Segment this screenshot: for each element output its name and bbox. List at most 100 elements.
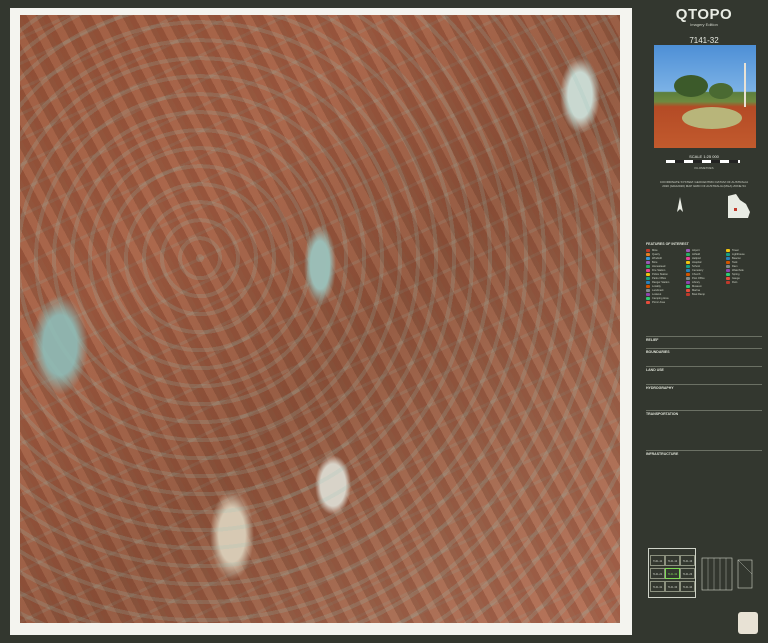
- legend-symbol-icon: [646, 264, 650, 268]
- index-map-cell: 7141-33: [665, 581, 680, 592]
- legend-divider: [646, 410, 762, 411]
- legend-label: Spring: [732, 272, 740, 276]
- queensland-locator-icon: [728, 194, 750, 218]
- legend-label: Mine: [652, 248, 658, 252]
- legend-symbol-icon: [646, 276, 650, 280]
- legend-symbol-icon: [646, 300, 650, 304]
- legend-section-heading: HYDROGRAPHY: [646, 386, 674, 390]
- legend-label: Library: [692, 280, 700, 284]
- legend-symbol-icon: [686, 260, 690, 264]
- legend-label: Lighthouse: [732, 252, 745, 256]
- legend-label: Tank: [732, 260, 738, 264]
- brand-title: QTOPO: [675, 6, 733, 23]
- legend-section-heading: TRANSPORTATION: [646, 412, 679, 416]
- legend-symbol-icon: [646, 268, 650, 272]
- index-map-cell: 7141-32: [665, 568, 680, 579]
- legend-label: School: [692, 264, 700, 268]
- legend-label: Post Office: [692, 276, 705, 280]
- legend-symbol-icon: [646, 292, 650, 296]
- index-map-cell: 7141-34: [680, 581, 695, 592]
- legend-label: Camping Area: [652, 296, 669, 300]
- dead-tree-shape: [744, 63, 746, 107]
- legend-symbol-icon: [686, 248, 690, 252]
- legend-features: Mine Quarry Windmill Bore Homestead Fire Stat…: [646, 248, 762, 330]
- legend-label: Picnic Area: [652, 300, 665, 304]
- legend-label: Parks Office: [652, 276, 667, 280]
- legend-symbol-icon: [686, 272, 690, 276]
- legend-label: Homestead: [652, 264, 666, 268]
- index-map-cell: 7141-11: [650, 555, 665, 566]
- index-map: 7141-11 7141-12 7141-13 7141-21 7141-32 7141-…: [648, 548, 696, 598]
- legend-label: Ranger Station: [652, 280, 670, 284]
- legend-symbol-icon: [686, 292, 690, 296]
- legend-divider: [646, 348, 762, 349]
- legend-heading: FEATURES OF INTEREST: [646, 242, 689, 246]
- legend-symbol-icon: [646, 288, 650, 292]
- legend-symbol-icon: [686, 252, 690, 256]
- legend-symbol-icon: [646, 296, 650, 300]
- legend-label: Heliport: [692, 256, 701, 260]
- legend-label: Fire Station: [652, 268, 666, 272]
- legend-label: Airfield: [692, 252, 700, 256]
- satellite-imagery[interactable]: [20, 15, 620, 623]
- legend-symbol-icon: [646, 272, 650, 276]
- legend-symbol-icon: [686, 268, 690, 272]
- legend-label: Church: [692, 272, 701, 276]
- legend-symbol-icon: [686, 280, 690, 284]
- legend-label: Boat Ramp: [692, 292, 705, 296]
- legend-item: Picnic Area: [646, 300, 684, 304]
- government-logo: [738, 612, 758, 634]
- legend-label: Cemetery: [692, 268, 704, 272]
- legend-symbol-icon: [646, 248, 650, 252]
- legend-symbol-icon: [646, 280, 650, 284]
- legend-item: Boat Ramp: [686, 292, 724, 296]
- legend-symbol-icon: [646, 256, 650, 260]
- legend-column-1: Mine Quarry Windmill Bore Homestead Fire Stat…: [646, 248, 684, 304]
- legend-section-heading: LAND USE: [646, 368, 664, 372]
- fold-diagram-icon: [701, 557, 753, 591]
- legend-symbol-icon: [686, 264, 690, 268]
- index-map-cell: 7141-13: [680, 555, 695, 566]
- legend-symbol-icon: [726, 276, 730, 280]
- legend-symbol-icon: [726, 256, 730, 260]
- north-arrow-icon: [677, 197, 683, 212]
- legend-symbol-icon: [686, 276, 690, 280]
- legend-column-3: Tower Lighthouse Beacon Tank Dam Waterhole Spr…: [726, 248, 764, 284]
- legend-label: Bore: [652, 260, 658, 264]
- legend-section-heading: BOUNDARIES: [646, 350, 670, 354]
- index-map-cell: 7141-12: [665, 555, 680, 566]
- legend-label: Quarry: [652, 252, 660, 256]
- legend-label: Tower: [732, 248, 739, 252]
- sheet-number: 7141-32: [689, 36, 719, 45]
- edition-label: Imagery Edition: [690, 22, 718, 27]
- legend-divider: [646, 384, 762, 385]
- spinifex-shape: [682, 107, 742, 129]
- legend-symbol-icon: [646, 284, 650, 288]
- legend-symbol-icon: [726, 280, 730, 284]
- legend-symbol-icon: [686, 288, 690, 292]
- legend-symbol-icon: [726, 252, 730, 256]
- legend-item: Ruin: [726, 280, 764, 284]
- legend-label: Police Station: [652, 272, 668, 276]
- scale-bar: [666, 160, 740, 163]
- tree-shape: [674, 75, 708, 97]
- title-panel: QTOPO Imagery Edition 7141-32 SCALE 1:25…: [640, 0, 768, 643]
- index-map-cell: 7141-31: [650, 581, 665, 592]
- legend-label: Locality: [652, 284, 661, 288]
- legend-symbol-icon: [726, 260, 730, 264]
- legend-symbol-icon: [686, 284, 690, 288]
- legend-label: Dam: [732, 264, 738, 268]
- legend-label: Waterhole: [732, 268, 744, 272]
- index-map-cell: 7141-21: [650, 568, 665, 579]
- legend-section-heading: RELIEF: [646, 338, 659, 342]
- legend-label: Marina: [692, 288, 700, 292]
- scale-units: KILOMETRES: [694, 166, 714, 170]
- legend-symbol-icon: [726, 272, 730, 276]
- legend-label: Hospital: [692, 260, 702, 264]
- legend-label: Museum: [692, 284, 702, 288]
- legend-label: Gauge: [732, 276, 740, 280]
- scale-label: SCALE 1:25 000: [689, 154, 719, 159]
- legend-symbol-icon: [646, 260, 650, 264]
- legend-label: Lookout: [652, 292, 662, 296]
- datum-text: COORDINATE SYSTEM: GEOCENTRIC DATUM OF A…: [659, 180, 749, 188]
